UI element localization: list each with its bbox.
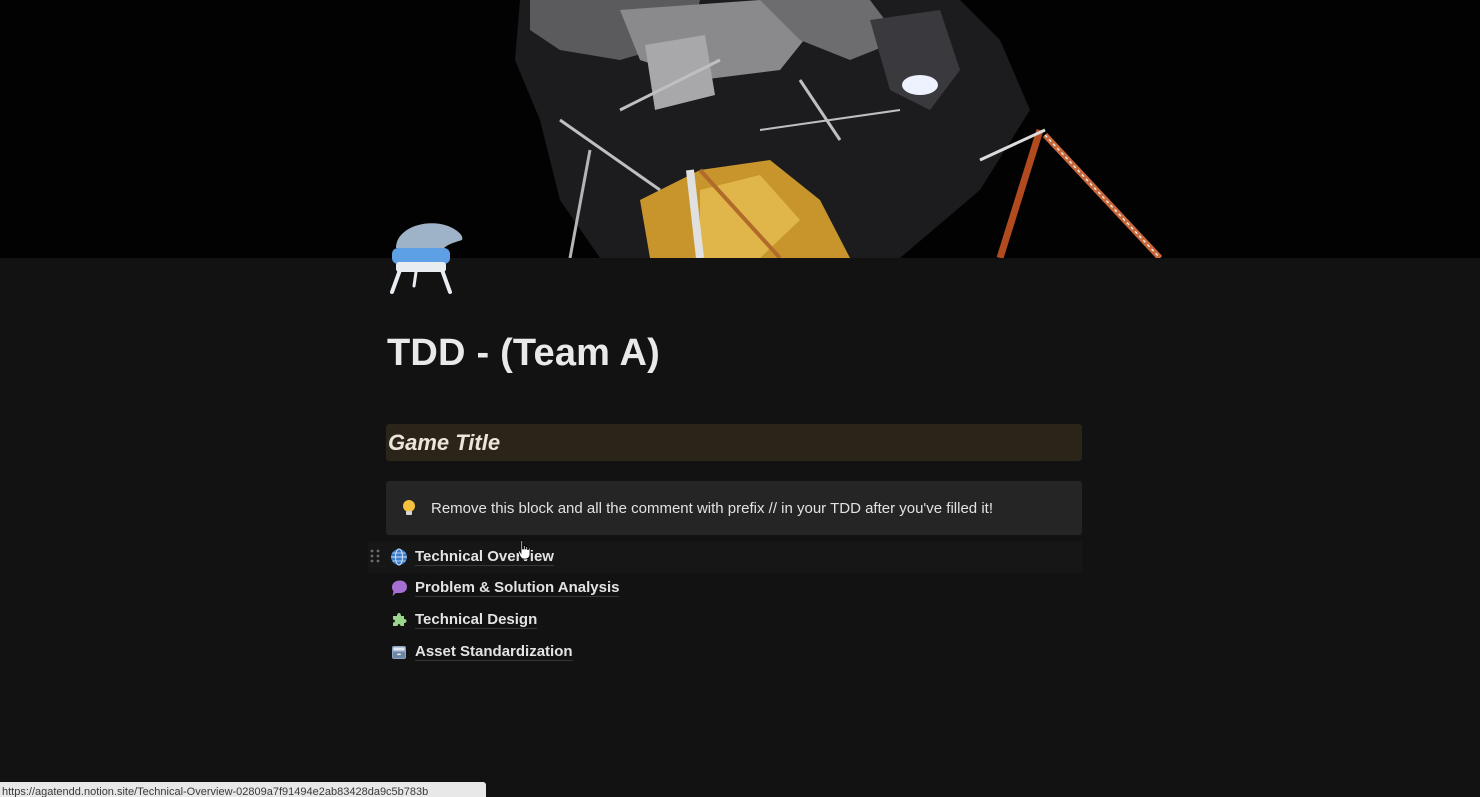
ufo-chair-icon[interactable]	[386, 218, 466, 296]
subpage-link-label: Problem & Solution Analysis	[415, 579, 620, 598]
subpage-link-asset-standardization[interactable]: Asset Standardization	[368, 636, 1082, 668]
hand-cursor-icon	[518, 540, 532, 560]
page-title[interactable]: TDD - (Team A)	[387, 332, 660, 375]
game-title-heading[interactable]: Game Title	[386, 424, 1082, 461]
link-preview-status-bar: https://agatendd.notion.site/Technical-O…	[0, 782, 486, 797]
heading-text: Game Title	[388, 430, 501, 455]
callout-text: Remove this block and all the comment wi…	[431, 499, 993, 517]
card-file-box-icon	[390, 643, 408, 661]
drag-handle-icon[interactable]	[370, 549, 380, 565]
subpage-links: Technical Overview Problem & Solution An…	[368, 541, 1082, 667]
subpage-link-label: Technical Overview	[415, 547, 554, 566]
speech-bubble-icon	[390, 579, 408, 597]
globe-icon	[390, 548, 408, 566]
lightbulb-icon	[400, 498, 418, 518]
callout-block[interactable]: Remove this block and all the comment wi…	[386, 481, 1082, 535]
subpage-link-problem-solution-analysis[interactable]: Problem & Solution Analysis	[368, 573, 1082, 605]
subpage-link-label: Asset Standardization	[415, 642, 573, 661]
notion-page: TDD - (Team A) Game Title Remove this bl…	[0, 0, 1480, 797]
subpage-link-label: Technical Design	[415, 610, 538, 629]
lunar-module-illustration	[0, 0, 1480, 258]
subpage-link-technical-overview[interactable]: Technical Overview	[368, 541, 1082, 573]
subpage-link-technical-design[interactable]: Technical Design	[368, 604, 1082, 636]
puzzle-icon	[390, 611, 408, 629]
cover-image[interactable]	[0, 0, 1480, 258]
